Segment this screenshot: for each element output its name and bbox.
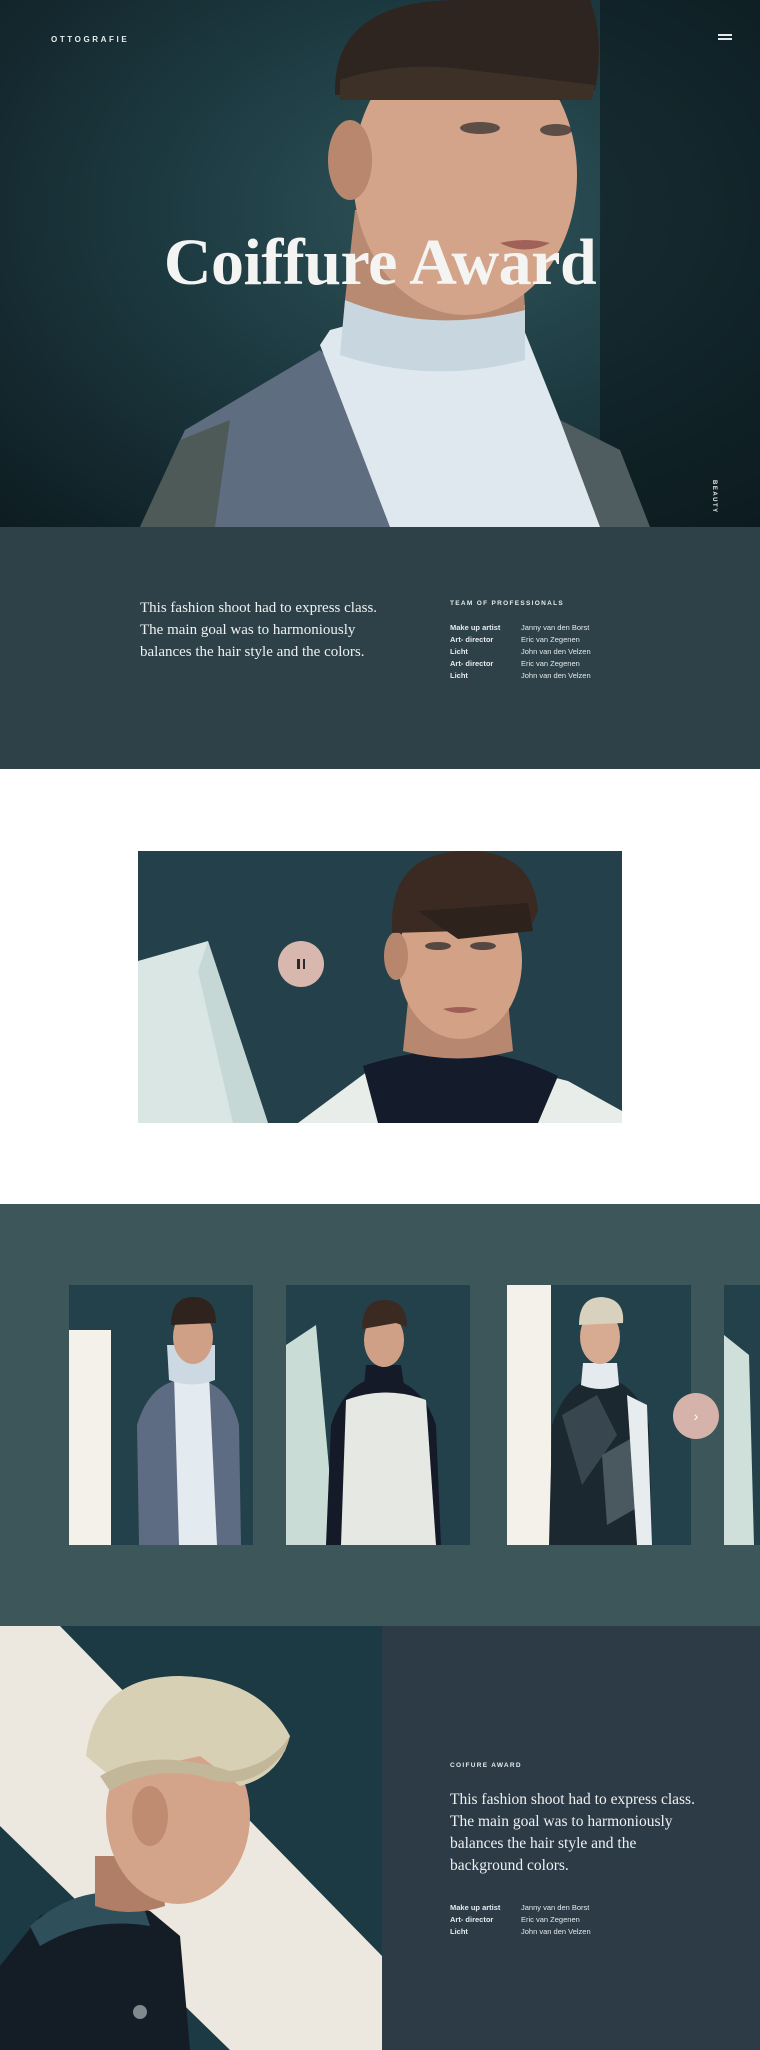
team-role: Make up artist: [450, 623, 501, 632]
gallery-item[interactable]: [724, 1285, 760, 1545]
team-role: Art- director: [450, 659, 494, 668]
team-heading: TEAM OF PROFESSIONALS: [450, 600, 564, 607]
team-member: Janny van den Borst: [521, 1903, 590, 1912]
video-player[interactable]: [138, 851, 622, 1123]
gallery-image: [69, 1285, 253, 1545]
gallery-item[interactable]: [69, 1285, 253, 1545]
team-row: Licht John van den Velzen: [450, 1926, 591, 1938]
brand-logo[interactable]: OTTOGRAFIE: [51, 35, 129, 44]
hero-section: OTTOGRAFIE Coiffure Award BEAUTY: [0, 0, 760, 527]
hamburger-icon[interactable]: [718, 31, 732, 41]
team-member: John van den Velzen: [521, 1927, 591, 1936]
team-role: Art- director: [450, 1915, 494, 1924]
intro-description: This fashion shoot had to express class.…: [140, 600, 378, 660]
menu-line: [718, 34, 732, 36]
team-member: Eric van Zegenen: [521, 659, 580, 668]
category-label[interactable]: BEAUTY: [711, 480, 717, 514]
team-member: Eric van Zegenen: [521, 635, 580, 644]
team-row: Art- director Eric van Zegenen: [450, 634, 591, 646]
team-row: Art- director Eric van Zegenen: [450, 658, 591, 670]
video-section: [0, 769, 760, 1204]
team-row: Licht John van den Velzen: [450, 646, 591, 658]
team-member: John van den Velzen: [521, 647, 591, 656]
feature-heading: COIFURE AWARD: [450, 1762, 522, 1769]
team-role: Art- director: [450, 635, 494, 644]
pause-icon[interactable]: [278, 941, 324, 987]
gallery-item[interactable]: [507, 1285, 691, 1545]
feature-image: [0, 1626, 382, 2050]
pause-bar: [302, 959, 305, 969]
feature-description: This fashion shoot had to express class.…: [450, 1791, 695, 1874]
team-role: Licht: [450, 647, 468, 656]
gallery-image: [286, 1285, 470, 1545]
gallery-item[interactable]: [286, 1285, 470, 1545]
gallery-image: [724, 1285, 760, 1545]
feature-portrait-image: [0, 1626, 382, 2050]
team-row: Make up artist Janny van den Borst: [450, 622, 591, 634]
menu-line: [718, 38, 732, 40]
team-role: Licht: [450, 1927, 468, 1936]
team-row: Art- director Eric van Zegenen: [450, 1914, 591, 1926]
team-member: Eric van Zegenen: [521, 1915, 580, 1924]
team-row: Licht John van den Velzen: [450, 670, 591, 682]
team-member: Janny van den Borst: [521, 623, 590, 632]
team-list: Make up artist Janny van den Borst Art- d…: [450, 622, 591, 682]
team-list: Make up artist Janny van den Borst Art- d…: [450, 1902, 591, 1938]
page-title: Coiffure Award: [163, 226, 597, 299]
team-role: Make up artist: [450, 1903, 501, 1912]
chevron-right-icon[interactable]: ›: [673, 1393, 719, 1439]
team-member: John van den Velzen: [521, 671, 591, 680]
gallery-section: ›: [0, 1204, 760, 1626]
video-frame-image: [138, 851, 622, 1123]
team-role: Licht: [450, 671, 468, 680]
pause-bar: [297, 959, 300, 969]
gallery-image: [507, 1285, 691, 1545]
feature-section: COIFURE AWARD This fashion shoot had to …: [0, 1626, 760, 2050]
team-row: Make up artist Janny van den Borst: [450, 1902, 591, 1914]
intro-section: This fashion shoot had to express class.…: [0, 527, 760, 769]
